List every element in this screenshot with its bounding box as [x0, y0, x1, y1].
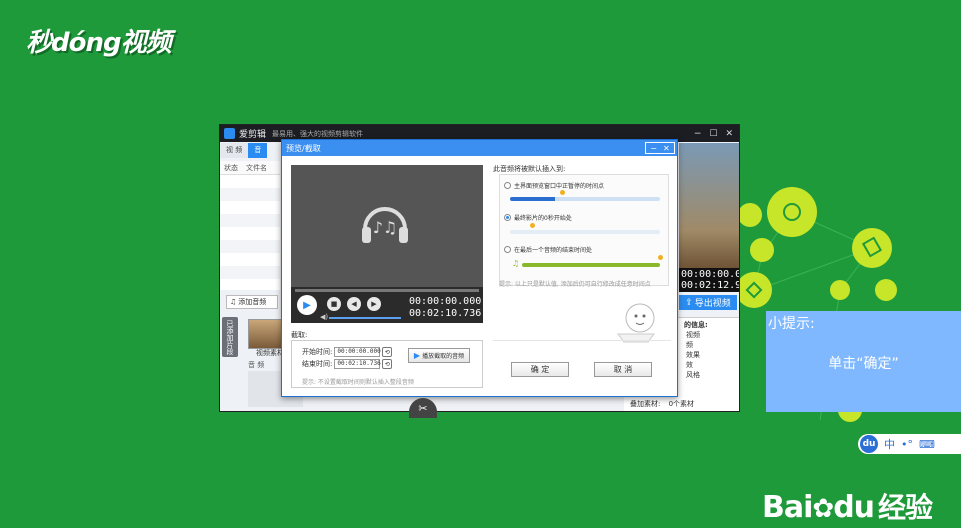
radio-selected-icon: [504, 214, 511, 221]
headphone-music-icon: ♪♫: [362, 207, 408, 243]
main-timecode: 00:00:00.000 00:02:12.900: [679, 268, 739, 292]
dialog-minimize-icon[interactable]: −: [650, 144, 657, 153]
ime-logo-icon: du: [860, 435, 878, 453]
option-timeline: [510, 197, 660, 201]
maximize-icon[interactable]: ☐: [709, 129, 717, 139]
insert-option-last-audio[interactable]: 在最后一个音频的结束时间处: [504, 245, 592, 254]
svg-text:♪♫: ♪♫: [373, 218, 398, 237]
scissors-icon[interactable]: ✂: [409, 398, 437, 418]
rewind-icon[interactable]: ◀: [347, 297, 361, 311]
mascot-illustration: [617, 303, 655, 343]
tab-audio[interactable]: 音: [248, 143, 268, 158]
radio-icon: [504, 246, 511, 253]
deco-circle: [767, 187, 817, 237]
deco-circle: [750, 238, 774, 262]
tip-title: 小提示:: [768, 316, 815, 332]
tip-box: 小提示: 单击“确定”: [766, 311, 961, 412]
play-triangle-icon: ▶: [413, 351, 421, 360]
deco-circle: [875, 279, 897, 301]
music-note-icon: ♫: [230, 298, 237, 306]
close-icon[interactable]: ✕: [725, 129, 733, 139]
end-time-input[interactable]: 00:02:10.736: [334, 359, 381, 369]
ime-language[interactable]: 中: [884, 436, 895, 452]
insert-hint: 提示: 以上只是默认值, 添加后仍可自行修改成任意时间点: [499, 281, 651, 288]
crop-note: 提示: 不设置截取时间则默认插入整段音频: [302, 379, 414, 386]
ok-button[interactable]: 确 定: [511, 362, 569, 377]
pick-end-icon[interactable]: ⟲: [382, 359, 393, 369]
clip-thumbnail[interactable]: [248, 319, 284, 349]
app-subtitle: 最易用、强大的视频剪辑软件: [272, 129, 364, 138]
minimize-icon[interactable]: −: [694, 129, 702, 139]
column-filename: 文件名: [246, 163, 267, 172]
start-time-label: 开始时间:: [302, 348, 333, 356]
radio-icon: [504, 182, 511, 189]
tab-video[interactable]: 视 频: [220, 143, 249, 158]
preview-crop-dialog: 预览/截取 − ✕ ♪♫ ▶ ■ ◀ ▶ ◀) 00:00:00.000 00:: [281, 139, 678, 397]
app-logo-icon: [224, 128, 235, 139]
cancel-button[interactable]: 取 消: [594, 362, 652, 377]
start-time-input[interactable]: 00:00:00.000: [334, 347, 381, 357]
track-label: 音 频: [248, 361, 265, 369]
audio-player: ♪♫ ▶ ■ ◀ ▶ ◀) 00:00:00.000 00:02:10.736: [291, 165, 483, 323]
clip-label: 视频素材: [256, 349, 284, 357]
play-cropped-audio-button[interactable]: ▶ 播放截取的音频: [408, 348, 470, 363]
deco-circle: [740, 203, 762, 227]
ime-punct-icon[interactable]: •°: [901, 438, 913, 451]
audio-list[interactable]: [220, 175, 280, 290]
insert-title: 此音频将被默认插入到:: [493, 165, 566, 173]
end-time-label: 结束时间:: [302, 360, 333, 368]
deco-circle: [830, 280, 850, 300]
volume-icon: ◀): [320, 313, 329, 321]
app-title: 爱剪辑: [239, 130, 267, 140]
dialog-title: 预览/截取: [286, 143, 321, 153]
volume-slider[interactable]: [329, 317, 401, 319]
forward-icon[interactable]: ▶: [367, 297, 381, 311]
baidu-jingyan-logo: Bai✿du 经验: [762, 490, 933, 525]
option-timeline: [522, 263, 660, 267]
deco-circle: [740, 272, 772, 308]
paw-icon: ✿: [812, 494, 834, 524]
dialog-titlebar: 预览/截取 − ✕: [282, 140, 677, 156]
ime-keyboard-icon[interactable]: ⌨: [919, 438, 935, 451]
added-clips-tab[interactable]: 已添加片段: [222, 317, 238, 357]
stop-icon[interactable]: ■: [327, 297, 341, 311]
dialog-close-icon[interactable]: ✕: [663, 144, 670, 153]
crop-section-label: 截取:: [291, 331, 308, 339]
deco-circle: [852, 228, 892, 268]
video-preview: [679, 143, 739, 268]
insert-option-paused[interactable]: 主界面预览窗口中正暂停的时间点: [504, 181, 604, 190]
playback-progress[interactable]: [295, 289, 479, 292]
crop-panel: 开始时间: 00:00:00.000 ⟲ 结束时间: 00:02:10.736 …: [291, 340, 483, 388]
export-video-button[interactable]: ⇪ 导出视频: [679, 295, 737, 310]
pick-start-icon[interactable]: ⟲: [382, 347, 393, 357]
insert-options: 主界面预览窗口中正暂停的时间点 最终影片的0秒开始处 在最后一个音频的结束时间处…: [499, 174, 669, 286]
column-status: 状态: [224, 163, 238, 172]
insert-option-start[interactable]: 最终影片的0秒开始处: [504, 213, 572, 222]
music-note-icon: ♫: [512, 259, 520, 268]
export-icon: ⇪: [685, 297, 693, 308]
brand-logo: 秒dóng视频: [26, 28, 172, 58]
play-icon[interactable]: ▶: [297, 295, 317, 315]
add-audio-button[interactable]: ♫ 添加音频: [226, 295, 278, 309]
ime-toolbar[interactable]: du 中 •° ⌨: [858, 434, 961, 454]
tip-body: 单击“确定”: [828, 356, 899, 372]
player-timecode: 00:00:00.000 00:02:10.736: [409, 296, 482, 319]
option-timeline: [510, 230, 660, 234]
list-header: 状态 文件名: [220, 161, 280, 175]
